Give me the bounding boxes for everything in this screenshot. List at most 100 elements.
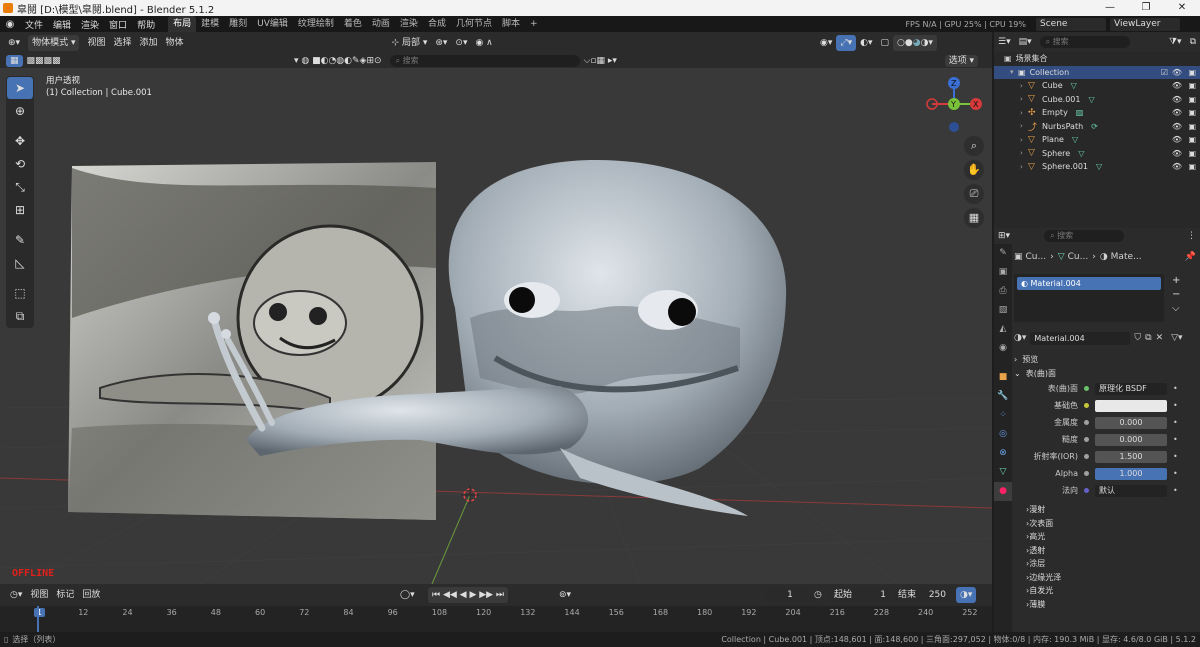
unlink-material-icon[interactable]: ✕ [1156,333,1164,343]
current-frame-field[interactable]: 1 [766,588,814,602]
xray-icon[interactable]: ▢ [876,35,893,51]
tab-workspace[interactable]: 雕刻 [224,16,252,32]
ortho-grid-icon[interactable]: ▦ [964,208,984,228]
eye-icon[interactable]: 👁 [1172,108,1182,117]
expand-arrow-icon[interactable]: › [1020,163,1028,171]
snap-icon[interactable]: ⊙▾ [451,35,471,51]
select-box-icon[interactable]: ▦ [6,55,23,67]
camera-render-icon[interactable]: ▣ [1188,122,1196,131]
measure-tool-icon[interactable]: ◺ [7,252,33,274]
menu-item[interactable]: 帮助 [137,21,155,31]
add-slot-icon[interactable]: + [1172,274,1180,288]
outliner-item[interactable]: › ✣ Empty ▨ 👁 ▣ [994,106,1200,120]
outliner-editor-icon[interactable]: ☰▾ [994,34,1015,50]
camera-view-icon[interactable]: ⎚ [964,184,984,204]
eye-icon[interactable]: 👁 [1172,122,1182,131]
tab-workspace[interactable]: UV编辑 [252,16,293,32]
world-tab-icon[interactable]: ◉ [994,339,1012,358]
editor-type-icon[interactable]: ⊕▾ [4,35,24,51]
viewport-search-field[interactable]: ⌕ 搜索 [389,55,580,67]
link-type-icon[interactable]: ▽▾ [1171,333,1182,343]
bsdf-section[interactable]: › 次表面 [1014,517,1200,531]
duplicate-material-icon[interactable]: ⧉ [1145,333,1151,343]
material-name-field[interactable]: Material.004 [1030,331,1131,345]
bsdf-section[interactable]: › 薄膜 [1014,598,1200,612]
pin-icon[interactable]: 📌 [1185,252,1196,262]
expand-arrow-icon[interactable]: › [1020,122,1028,130]
autokey-icon[interactable]: ⊚▾ [555,587,575,603]
keyframe-icon[interactable]: ◯▾ [396,587,419,603]
filter-icon[interactable]: ⧩▾ [1165,34,1186,50]
proportional-edit-icon[interactable]: ◉ ∧ [471,35,496,51]
tab-workspace[interactable]: 渲染 [395,16,423,32]
bsdf-section[interactable]: › 高光 [1014,530,1200,544]
expand-arrow-icon[interactable]: › [1020,82,1028,90]
menu-item[interactable]: 文件 [25,21,43,31]
material-slot-list[interactable]: ◐ Material.004 [1014,274,1164,322]
remove-slot-icon[interactable]: − [1172,288,1180,302]
display-mode-icon[interactable]: ▤▾ [1015,34,1036,50]
timeline-menu-item[interactable]: 回放 [78,587,104,603]
camera-render-icon[interactable]: ▣ [1188,162,1196,171]
scene-selector[interactable]: Scene [1036,17,1106,31]
tab-workspace[interactable]: 几何节点 [451,16,497,32]
add-cube-tool-icon[interactable]: ⬚ [7,282,33,304]
eye-icon[interactable]: 👁 [1172,81,1182,90]
tab-workspace[interactable]: 动画 [367,16,395,32]
bsdf-section[interactable]: › 自发光 [1014,584,1200,598]
filter-type-icons[interactable]: ▾ ◍ ■◐◔◍◐✎◈⊞⊙ [290,55,386,67]
blender-logo-icon[interactable]: ◉ [0,19,20,30]
outliner-item[interactable]: › ⤴ NurbsPath ⟳ 👁 ▣ [994,120,1200,134]
gizmo-toggle-icon[interactable]: ⤢▾ [836,35,857,51]
viewlayer-selector[interactable]: ViewLayer [1110,17,1180,31]
camera-render-icon[interactable]: ▣ [1188,135,1196,144]
eye-icon[interactable]: 👁 [1172,162,1182,171]
property-value[interactable]: 0.000 [1095,416,1167,429]
orientation-selector[interactable]: ⊹ 局部 ▾ [388,35,432,51]
preview-section[interactable]: › 预览 [1014,352,1200,366]
keyframe-dot-icon[interactable]: • [1173,486,1178,495]
timeline-area[interactable]: 1 12 24 36 48 60 72 84 96 108 120 132 144 156 168 180 19… [0,606,992,632]
viewport-menu-item[interactable]: 添加 [136,35,162,51]
output-tab-icon[interactable]: ⎙ [994,282,1012,301]
annotate-tool-icon[interactable]: ✎ [7,229,33,251]
physics-tab-icon[interactable]: ◎ [994,425,1012,444]
tool-tab-icon[interactable]: ✎ [994,244,1012,263]
bsdf-section[interactable]: › 涂层 [1014,557,1200,571]
bsdf-section[interactable]: › 边缘光泽 [1014,571,1200,585]
expand-arrow-icon[interactable]: › [1020,149,1028,157]
viewport-menu-item[interactable]: 物体 [162,35,188,51]
eye-icon[interactable]: 👁 [1172,95,1182,104]
navigation-gizmo[interactable]: Z Y X [922,76,986,140]
start-frame-field[interactable]: 起始 1 [830,588,890,602]
collection-checkbox-icon[interactable]: ☑ [1161,68,1168,77]
select-tool-icon[interactable]: ➤ [7,77,33,99]
camera-render-icon[interactable]: ▣ [1188,95,1196,104]
filter-extra-icons[interactable]: ⌵▫▦ ▸▾ [580,55,621,67]
collection-camera-icon[interactable]: ▣ [1188,68,1196,77]
menu-item[interactable]: 编辑 [53,21,71,31]
collection-row[interactable]: ▾ ▣ Collection ☑ 👁 ▣ [994,65,1200,79]
material-browse-icon[interactable]: ◑▾ [1014,333,1026,343]
eye-icon[interactable]: 👁 [1172,135,1182,144]
keyframe-dot-icon[interactable]: • [1173,469,1178,478]
constraint-tab-icon[interactable]: ⊗ [994,444,1012,463]
bsdf-section[interactable]: › 漫射 [1014,503,1200,517]
outliner-item[interactable]: › ▽ Sphere ▽ 👁 ▣ [994,147,1200,161]
sync-icon[interactable]: ◑▾ [956,587,977,603]
outliner-item[interactable]: › ▽ Cube.001 ▽ 👁 ▣ [994,93,1200,107]
scene-tab-icon[interactable]: ◭ [994,320,1012,339]
visibility-icon[interactable]: ◉▾ [816,35,836,51]
property-value[interactable]: 0.000 [1095,433,1167,446]
camera-render-icon[interactable]: ▣ [1188,108,1196,117]
modifier-tab-icon[interactable]: 🔧 [994,387,1012,406]
material-tab-icon[interactable]: ● [994,482,1012,501]
3d-cursor[interactable] [461,486,479,504]
object-tab-icon[interactable]: ■ [994,368,1012,387]
transform-tool-icon[interactable]: ⊞ [7,199,33,221]
surface-section[interactable]: ⌄ 表(曲)面 [1014,366,1200,380]
fake-user-icon[interactable]: ⛉ [1134,333,1141,343]
options-button[interactable]: 选项 ▾ [944,55,978,67]
shading-modes[interactable]: ○●◕◑▾ [892,35,937,51]
expand-arrow-icon[interactable]: › [1020,95,1028,103]
